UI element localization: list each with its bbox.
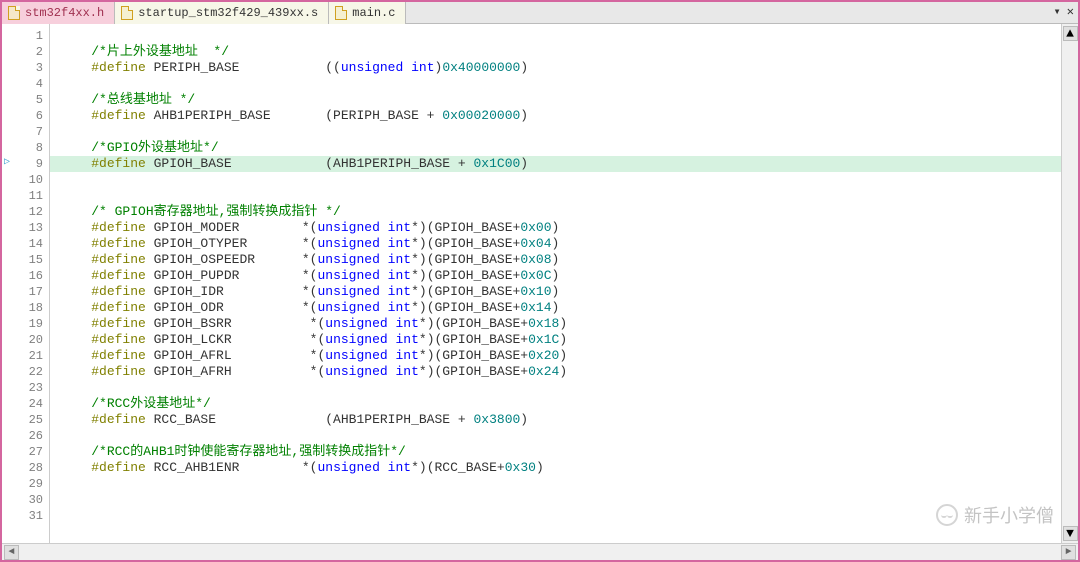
current-line-marker-icon: ▷: [4, 156, 10, 168]
code-line[interactable]: #define AHB1PERIPH_BASE (PERIPH_BASE + 0…: [60, 108, 1061, 124]
file-icon: [121, 6, 133, 20]
code-line[interactable]: [60, 492, 1061, 508]
wechat-icon: [936, 504, 958, 526]
code-line[interactable]: [60, 476, 1061, 492]
code-line[interactable]: #define GPIOH_MODER *(unsigned int*)(GPI…: [60, 220, 1061, 236]
close-tab-icon[interactable]: ✕: [1067, 4, 1074, 19]
code-line[interactable]: #define GPIOH_AFRL *(unsigned int*)(GPIO…: [60, 348, 1061, 364]
line-number: 25: [16, 412, 43, 428]
code-line[interactable]: #define RCC_AHB1ENR *(unsigned int*)(RCC…: [60, 460, 1061, 476]
line-number: 6: [16, 108, 43, 124]
scroll-left-icon[interactable]: ◄: [4, 545, 19, 560]
code-line[interactable]: #define GPIOH_ODR *(unsigned int*)(GPIOH…: [60, 300, 1061, 316]
watermark: 新手小学僧: [936, 502, 1054, 528]
code-line[interactable]: [60, 76, 1061, 92]
code-line[interactable]: /*RCC的AHB1时钟使能寄存器地址,强制转换成指针*/: [60, 444, 1061, 460]
line-number: 21: [16, 348, 43, 364]
code-line[interactable]: [60, 508, 1061, 524]
line-number: 19: [16, 316, 43, 332]
line-number: 9: [16, 156, 43, 172]
line-number: 10: [16, 172, 43, 188]
watermark-text: 新手小学僧: [964, 502, 1054, 528]
line-number: 20: [16, 332, 43, 348]
line-number: 18: [16, 300, 43, 316]
line-number: 4: [16, 76, 43, 92]
code-line[interactable]: [60, 172, 1061, 188]
scroll-right-icon[interactable]: ►: [1061, 545, 1076, 560]
code-line[interactable]: [60, 188, 1061, 204]
code-line[interactable]: [60, 428, 1061, 444]
line-number: 3: [16, 60, 43, 76]
line-number: 24: [16, 396, 43, 412]
tabbar-controls: ▾ ✕: [1054, 4, 1074, 19]
code-line[interactable]: #define GPIOH_OTYPER *(unsigned int*)(GP…: [60, 236, 1061, 252]
editor-window: stm32f4xx.h startup_stm32f429_439xx.s main…: [0, 0, 1080, 562]
tab-main-c[interactable]: main.c: [329, 2, 406, 24]
line-number: 11: [16, 188, 43, 204]
code-line[interactable]: #define GPIOH_BSRR *(unsigned int*)(GPIO…: [60, 316, 1061, 332]
code-lines[interactable]: /*片上外设基地址 */ #define PERIPH_BASE ((unsig…: [50, 24, 1061, 543]
tab-stm32f4xx-h[interactable]: stm32f4xx.h: [2, 2, 115, 24]
tabs-dropdown-icon[interactable]: ▾: [1054, 4, 1061, 19]
code-line[interactable]: /*总线基地址 */: [60, 92, 1061, 108]
code-line[interactable]: /*片上外设基地址 */: [60, 44, 1061, 60]
code-line[interactable]: #define GPIOH_PUPDR *(unsigned int*)(GPI…: [60, 268, 1061, 284]
line-number: 13: [16, 220, 43, 236]
code-line[interactable]: [60, 28, 1061, 44]
line-number: 22: [16, 364, 43, 380]
line-number: 8: [16, 140, 43, 156]
code-line[interactable]: /*RCC外设基地址*/: [60, 396, 1061, 412]
code-line[interactable]: #define GPIOH_LCKR *(unsigned int*)(GPIO…: [60, 332, 1061, 348]
line-number: 5: [16, 92, 43, 108]
line-number: 17: [16, 284, 43, 300]
line-number: 29: [16, 476, 43, 492]
line-number: 23: [16, 380, 43, 396]
line-number: 26: [16, 428, 43, 444]
code-line[interactable]: #define GPIOH_OSPEEDR *(unsigned int*)(G…: [60, 252, 1061, 268]
tab-label: stm32f4xx.h: [25, 6, 104, 20]
scrollbar-vertical[interactable]: ▲ ▼: [1061, 24, 1078, 543]
line-number: 30: [16, 492, 43, 508]
code-line[interactable]: /*GPIO外设基地址*/: [60, 140, 1061, 156]
tab-label: startup_stm32f429_439xx.s: [138, 6, 318, 20]
code-line[interactable]: [60, 380, 1061, 396]
editor-wrap: 1234567891011121314151617181920212223242…: [2, 24, 1078, 560]
line-number: 12: [16, 204, 43, 220]
code-line[interactable]: #define GPIOH_AFRH *(unsigned int*)(GPIO…: [60, 364, 1061, 380]
line-gutter: 1234567891011121314151617181920212223242…: [2, 24, 50, 543]
line-number: 31: [16, 508, 43, 524]
line-number: 16: [16, 268, 43, 284]
code-line[interactable]: /* GPIOH寄存器地址,强制转换成指针 */: [60, 204, 1061, 220]
code-line[interactable]: #define GPIOH_BASE (AHB1PERIPH_BASE + 0x…: [50, 156, 1061, 172]
tab-startup-stm32f429-439xx-s[interactable]: startup_stm32f429_439xx.s: [115, 2, 329, 24]
code-line[interactable]: #define GPIOH_IDR *(unsigned int*)(GPIOH…: [60, 284, 1061, 300]
line-number: 2: [16, 44, 43, 60]
code-area[interactable]: 1234567891011121314151617181920212223242…: [2, 24, 1061, 543]
file-icon: [335, 6, 347, 20]
file-icon: [8, 6, 20, 20]
code-line[interactable]: [60, 124, 1061, 140]
tab-label: main.c: [352, 6, 395, 20]
line-number: 7: [16, 124, 43, 140]
scroll-down-icon[interactable]: ▼: [1063, 526, 1078, 541]
line-number: 28: [16, 460, 43, 476]
line-number: 15: [16, 252, 43, 268]
scrollbar-horizontal[interactable]: ◄ ►: [2, 543, 1078, 560]
code-line[interactable]: #define PERIPH_BASE ((unsigned int)0x400…: [60, 60, 1061, 76]
scroll-up-icon[interactable]: ▲: [1063, 26, 1078, 41]
line-number: 14: [16, 236, 43, 252]
code-line[interactable]: #define RCC_BASE (AHB1PERIPH_BASE + 0x38…: [60, 412, 1061, 428]
line-number: 1: [16, 28, 43, 44]
tab-bar: stm32f4xx.h startup_stm32f429_439xx.s main…: [2, 2, 1078, 24]
line-number: 27: [16, 444, 43, 460]
